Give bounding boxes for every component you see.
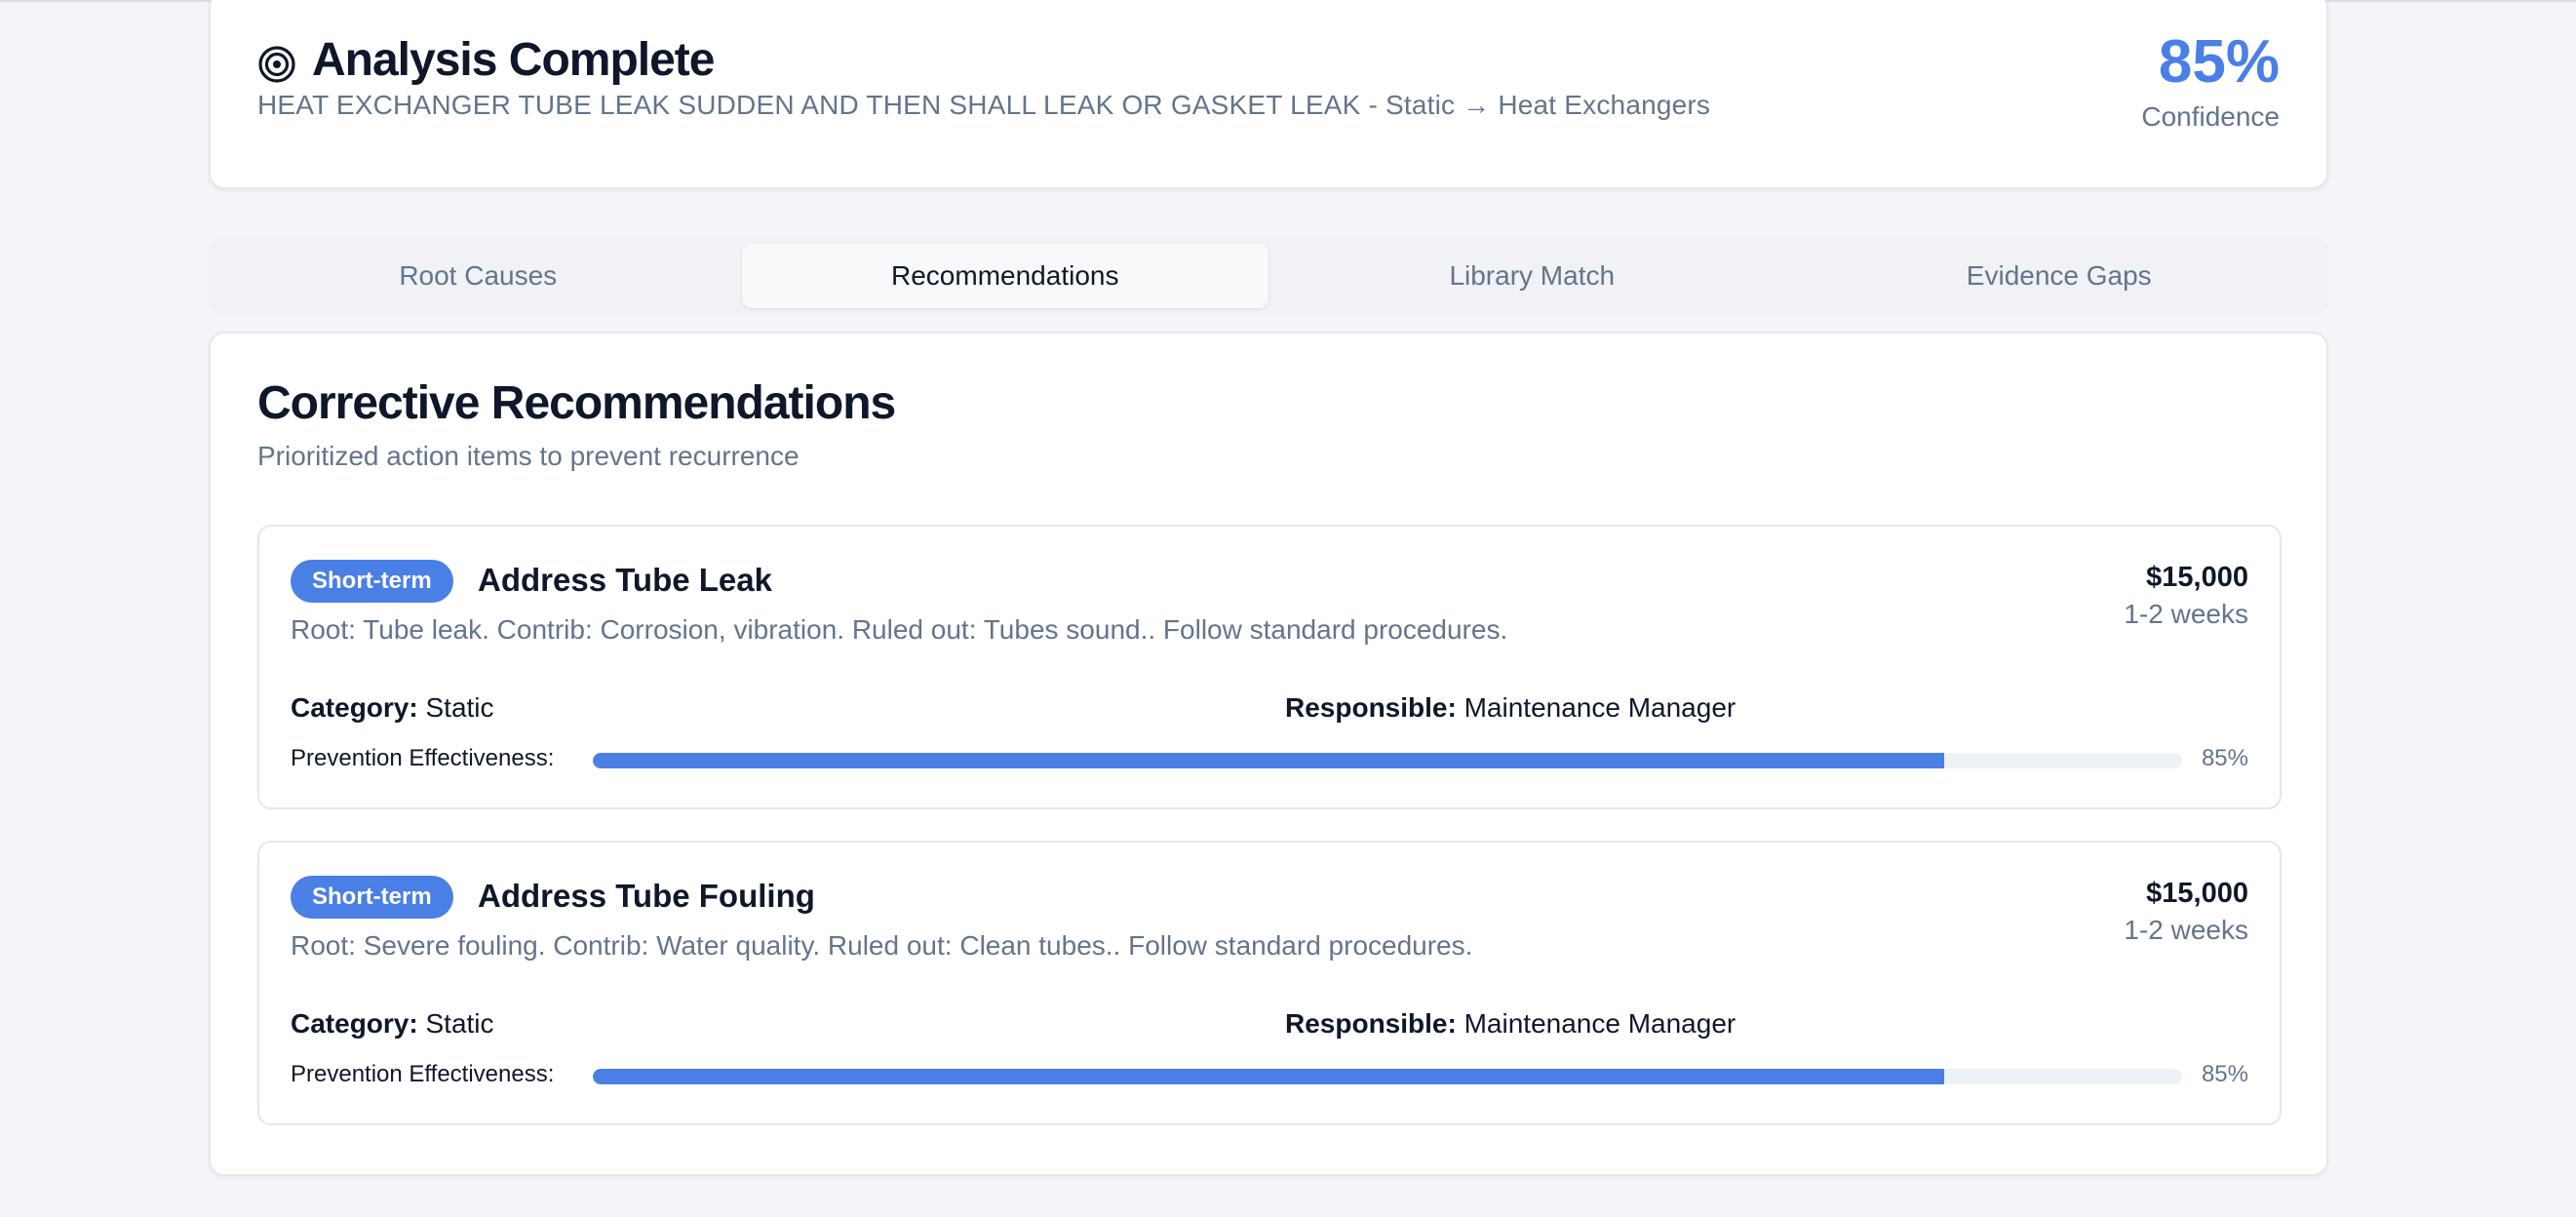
responsible-value: Maintenance Manager — [1464, 1008, 1737, 1039]
recommendation-title: Address Tube Leak — [478, 562, 772, 598]
analysis-title: Analysis Complete — [312, 34, 715, 86]
recommendation-title: Address Tube Fouling — [478, 878, 815, 914]
confidence-value: 85% — [2158, 28, 2280, 96]
effectiveness-label: Prevention Effectiveness: — [291, 745, 555, 771]
recommendation-card[interactable]: Short-term Address Tube Fouling Root: Se… — [257, 841, 2282, 1125]
term-badge: Short-term — [291, 876, 453, 919]
effectiveness-bar-fill — [593, 1069, 1944, 1084]
recommendation-description: Root: Tube leak. Contrib: Corrosion, vib… — [291, 614, 1508, 645]
tab-library-match[interactable]: Library Match — [1268, 244, 1796, 308]
section-title: Corrective Recommendations — [257, 377, 896, 429]
responsible-field: Responsible: Maintenance Manager — [1285, 692, 1736, 724]
category-value: Static — [425, 692, 494, 723]
recommendation-timeline: 1-2 weeks — [2124, 599, 2248, 629]
responsible-value: Maintenance Manager — [1464, 692, 1737, 723]
recommendations-panel: Corrective Recommendations Prioritized a… — [209, 332, 2328, 1176]
target-icon — [258, 46, 295, 83]
results-tabs: Root Causes Recommendations Library Matc… — [209, 238, 2328, 314]
responsible-label: Responsible: — [1285, 692, 1457, 723]
recommendation-card[interactable]: Short-term Address Tube Leak Root: Tube … — [257, 525, 2282, 809]
category-label: Category: — [291, 692, 418, 723]
analysis-subtitle: HEAT EXCHANGER TUBE LEAK SUDDEN AND THEN… — [257, 90, 1711, 120]
category-field: Category: Static — [291, 692, 494, 724]
term-badge: Short-term — [291, 560, 453, 603]
analysis-summary-card: Analysis Complete HEAT EXCHANGER TUBE LE… — [209, 0, 2328, 189]
confidence-label: Confidence — [2141, 101, 2280, 132]
section-subtitle: Prioritized action items to prevent recu… — [257, 441, 800, 471]
responsible-field: Responsible: Maintenance Manager — [1285, 1008, 1736, 1040]
effectiveness-bar — [593, 753, 2182, 768]
category-field: Category: Static — [291, 1008, 494, 1040]
recommendation-description: Root: Severe fouling. Contrib: Water qua… — [291, 930, 1473, 961]
effectiveness-bar — [593, 1069, 2182, 1084]
effectiveness-percent: 85% — [2201, 745, 2248, 771]
effectiveness-bar-fill — [593, 753, 1944, 768]
tab-root-causes[interactable]: Root Causes — [215, 244, 742, 308]
effectiveness-label: Prevention Effectiveness: — [291, 1061, 555, 1087]
recommendation-timeline: 1-2 weeks — [2124, 915, 2248, 945]
effectiveness-percent: 85% — [2201, 1061, 2248, 1087]
category-label: Category: — [291, 1008, 418, 1039]
recommendation-cost: $15,000 — [2146, 562, 2248, 593]
recommendation-cost: $15,000 — [2146, 878, 2248, 909]
tab-recommendations[interactable]: Recommendations — [741, 244, 1268, 308]
tab-evidence-gaps[interactable]: Evidence Gaps — [1796, 244, 2323, 308]
responsible-label: Responsible: — [1285, 1008, 1457, 1039]
category-value: Static — [425, 1008, 494, 1039]
